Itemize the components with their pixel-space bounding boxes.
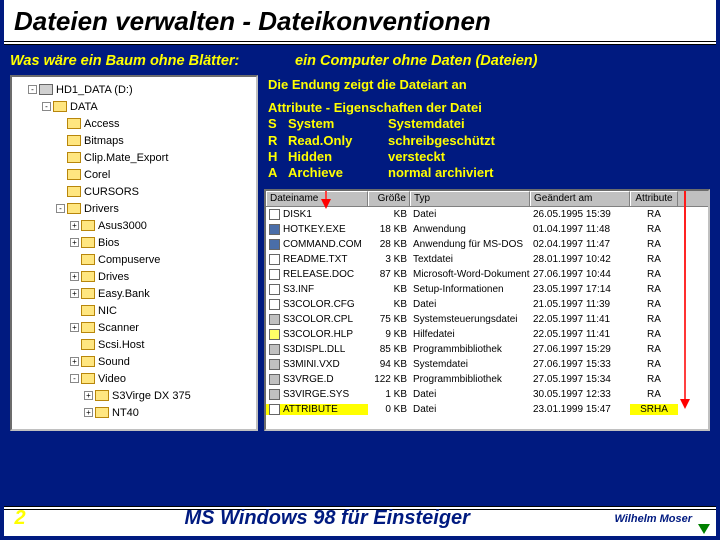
attribute-legend: Attribute - Eigenschaften der Datei SSys… (268, 100, 710, 181)
tree-item[interactable]: -Drivers (14, 200, 254, 217)
file-row[interactable]: DISK1KBDatei26.05.1995 15:39RA (266, 207, 708, 222)
col-attr[interactable]: Attribute (630, 191, 678, 206)
info-line: Die Endung zeigt die Dateiart an (268, 77, 710, 92)
file-row[interactable]: S3MINI.VXD94 KBSystemdatei27.06.1997 15:… (266, 357, 708, 372)
col-type[interactable]: Typ (410, 191, 530, 206)
tree-item[interactable]: Access (14, 115, 254, 132)
tree-item[interactable]: Bitmaps (14, 132, 254, 149)
file-row[interactable]: S3.INFKBSetup-Informationen23.05.1997 17… (266, 282, 708, 297)
file-row[interactable]: S3COLOR.HLP9 KBHilfedatei22.05.1997 11:4… (266, 327, 708, 342)
subtitle-left: Was wäre ein Baum ohne Blätter: (10, 53, 265, 69)
file-row[interactable]: RELEASE.DOC87 KBMicrosoft-Word-Dokument2… (266, 267, 708, 282)
file-row[interactable]: COMMAND.COM28 KBAnwendung für MS-DOS02.0… (266, 237, 708, 252)
file-row[interactable]: S3DISPL.DLL85 KBProgrammbibliothek27.06.… (266, 342, 708, 357)
tree-item[interactable]: Corel (14, 166, 254, 183)
col-name[interactable]: Dateiname (266, 191, 368, 206)
tree-item[interactable]: +Drives (14, 268, 254, 285)
col-size[interactable]: Größe (368, 191, 410, 206)
file-row[interactable]: S3VRGE.D122 KBProgrammbibliothek27.05.19… (266, 372, 708, 387)
tree-item[interactable]: +Sound (14, 353, 254, 370)
file-list[interactable]: Dateiname Größe Typ Geändert am Attribut… (264, 189, 710, 431)
tree-item[interactable]: -HD1_DATA (D:) (14, 81, 254, 98)
file-row[interactable]: S3COLOR.CFGKBDatei21.05.1997 11:39RA (266, 297, 708, 312)
tree-item[interactable]: -Video (14, 370, 254, 387)
footer-author: Wilhelm Moser (614, 513, 720, 525)
slide-number: 2 (0, 507, 40, 530)
tree-item[interactable]: +Asus3000 (14, 217, 254, 234)
tree-item[interactable]: NIC (14, 302, 254, 319)
tree-item[interactable]: +NT40 (14, 404, 254, 421)
file-row[interactable]: HOTKEY.EXE18 KBAnwendung01.04.1997 11:48… (266, 222, 708, 237)
file-row[interactable]: ATTRIBUTE0 KBDatei23.01.1999 15:47SRHA (266, 402, 708, 417)
tree-item[interactable]: +Bios (14, 234, 254, 251)
next-slide-arrow-icon[interactable] (698, 524, 710, 534)
footer-title: MS Windows 98 für Einsteiger (40, 507, 614, 530)
col-date[interactable]: Geändert am (530, 191, 630, 206)
tree-item[interactable]: -DATA (14, 98, 254, 115)
file-row[interactable]: S3COLOR.CPL75 KBSystemsteuerungsdatei22.… (266, 312, 708, 327)
folder-tree[interactable]: -HD1_DATA (D:)-DATAAccessBitmapsClip.Mat… (10, 75, 258, 431)
tree-item[interactable]: Clip.Mate_Export (14, 149, 254, 166)
tree-item[interactable]: +Scanner (14, 319, 254, 336)
file-row[interactable]: README.TXT3 KBTextdatei28.01.1997 10:42R… (266, 252, 708, 267)
tree-item[interactable]: CURSORS (14, 183, 254, 200)
tree-item[interactable]: Compuserve (14, 251, 254, 268)
file-row[interactable]: S3VIRGE.SYS1 KBDatei30.05.1997 12:33RA (266, 387, 708, 402)
subtitle-right: ein Computer ohne Daten (Dateien) (265, 53, 710, 69)
slide-title: Dateien verwalten - Dateikonventionen (4, 0, 716, 45)
tree-item[interactable]: +Easy.Bank (14, 285, 254, 302)
tree-item[interactable]: +S3Virge DX 375 (14, 387, 254, 404)
tree-item[interactable]: Scsi.Host (14, 336, 254, 353)
